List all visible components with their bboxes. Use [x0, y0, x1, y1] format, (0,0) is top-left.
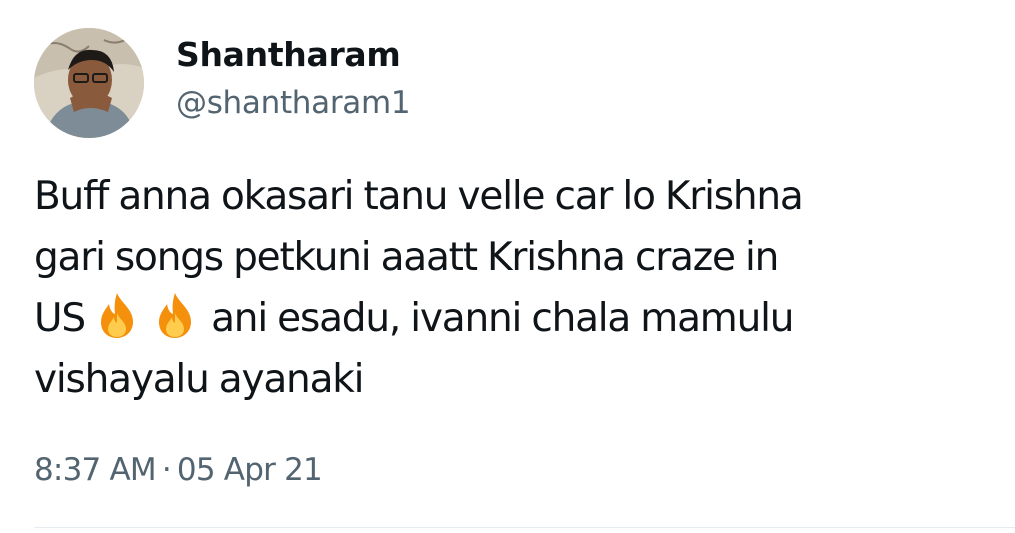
- fire-icon: [101, 293, 134, 338]
- tweet-text-line: Buff anna okasari tanu velle car lo Kris…: [34, 174, 804, 219]
- tweet-text-line: vishayalu ayanaki: [34, 357, 364, 402]
- tweet-card: Shantharam @shantharam1 Buff anna okasar…: [0, 0, 1015, 533]
- tweet-timestamp[interactable]: 8:37 AM · 05 Apr 21: [34, 450, 323, 490]
- display-name[interactable]: Shantharam: [176, 35, 410, 75]
- fire-icon: [159, 293, 192, 338]
- tweet-text-fragment: US: [34, 296, 86, 341]
- avatar-image: [34, 28, 144, 138]
- user-handle[interactable]: @shantharam1: [176, 83, 411, 123]
- meta-separator: ·: [161, 452, 172, 488]
- author-names: Shantharam @shantharam1: [176, 35, 411, 123]
- tweet-header: Shantharam @shantharam1: [34, 28, 411, 138]
- divider: [34, 527, 1015, 528]
- tweet-text: Buff anna okasari tanu velle car lo Kris…: [34, 166, 1009, 410]
- tweet-text-line-3: US ani esadu, ivanni chala mamulu: [34, 288, 1009, 349]
- tweet-text-line: gari songs petkuni aaatt Krishna craze i…: [34, 235, 779, 280]
- tweet-date: 05 Apr 21: [176, 452, 323, 488]
- tweet-time: 8:37 AM: [34, 452, 157, 488]
- avatar[interactable]: [34, 28, 144, 138]
- tweet-text-fragment: ani esadu, ivanni chala mamulu: [211, 296, 794, 341]
